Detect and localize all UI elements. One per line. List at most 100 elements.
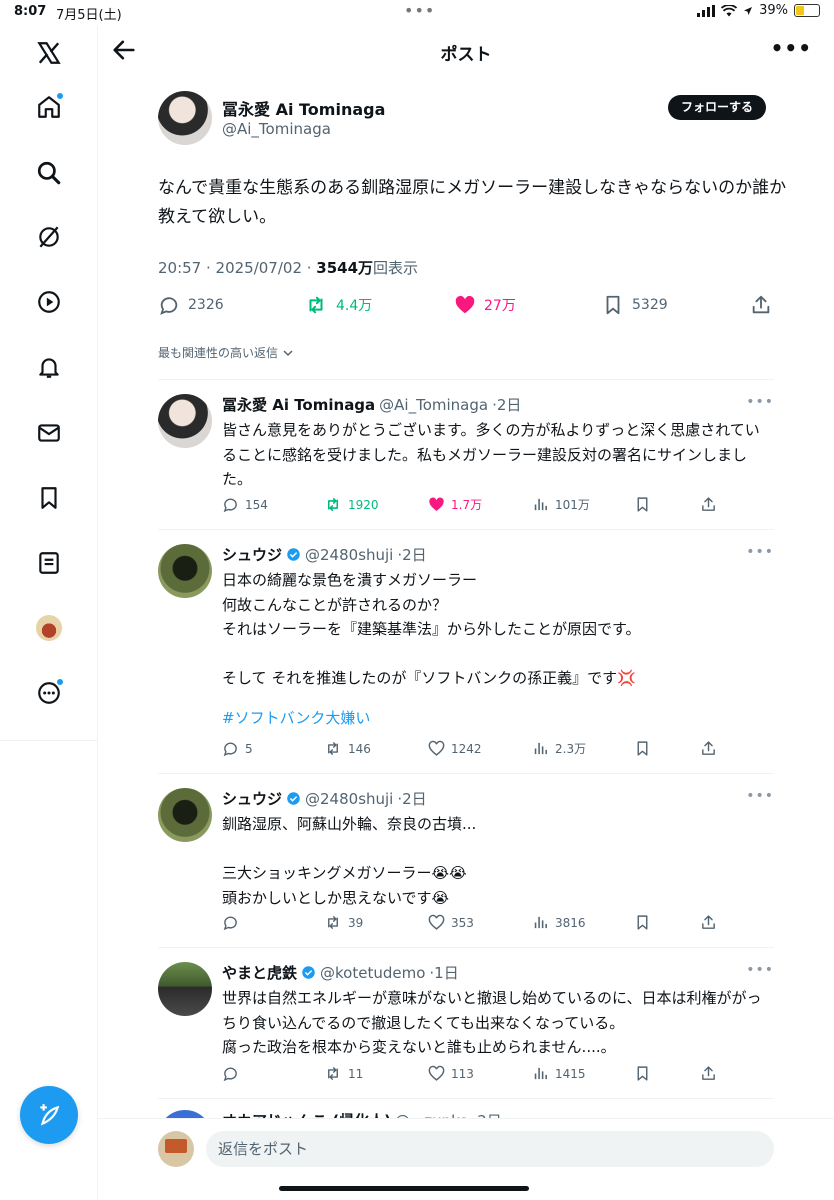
notifications-icon[interactable] [30, 348, 68, 386]
reply-count: 154 [245, 497, 268, 512]
reply-hashtag[interactable]: #ソフトバンク大嫌い [222, 706, 774, 731]
author-handle[interactable]: @Ai_Tominaga [222, 120, 331, 138]
like-button[interactable]: 1.7万 [428, 496, 482, 513]
share-button[interactable] [750, 294, 772, 316]
reply-button[interactable]: 5 [222, 740, 253, 757]
bookmark-button[interactable] [634, 1065, 651, 1082]
follow-button[interactable]: フォローする [668, 95, 766, 120]
reply-avatar[interactable] [158, 962, 212, 1016]
share-button[interactable] [700, 496, 717, 513]
bookmark-icon [606, 295, 620, 315]
feather-plus-icon [40, 1104, 60, 1126]
location-icon [744, 6, 753, 15]
author-avatar[interactable] [158, 91, 212, 145]
like-button[interactable]: 1242 [428, 740, 482, 757]
views-button[interactable]: 101万 [532, 496, 590, 513]
reply-button[interactable]: 154 [222, 496, 268, 513]
like-count: 1.7万 [451, 498, 483, 512]
share-button[interactable] [700, 1065, 717, 1082]
reply-author-name[interactable]: シュウジ [222, 544, 282, 565]
views-count: 3816 [555, 915, 586, 930]
more-options-icon[interactable]: ••• [771, 36, 812, 60]
reply-more-icon[interactable]: ••• [746, 394, 774, 410]
bookmark-button[interactable] [634, 496, 651, 513]
reply-author-handle[interactable]: @2480shuji [305, 790, 393, 808]
repost-button[interactable]: 1920 [324, 496, 379, 513]
reply-item[interactable]: やまと虎鉄 @kotetudemo ·1日 ••• 世界は自然エネルギーが意味が… [158, 962, 774, 1090]
reply-header: シュウジ @2480shuji ·2日 [222, 544, 427, 565]
page-title: ポスト [440, 45, 492, 65]
more-badge-dot [56, 678, 64, 686]
bookmark-button[interactable]: 5329 [602, 294, 668, 316]
repost-button[interactable]: 11 [324, 1065, 363, 1082]
home-indicator[interactable] [279, 1186, 529, 1191]
reply-button[interactable]: 2326 [158, 294, 224, 316]
reply-author-name[interactable]: 冨永愛 Ai Tominaga [222, 394, 375, 415]
bookmarks-icon[interactable] [30, 479, 68, 517]
share-button[interactable] [700, 914, 717, 931]
share-button[interactable] [700, 740, 717, 757]
bookmark-icon [637, 1066, 648, 1081]
reply-item[interactable]: シュウジ @2480shuji ·2日 ••• 釧路湿原、阿蘇山外輪、奈良の古墳… [158, 788, 774, 938]
reply-author-handle[interactable]: @kotetudemo [320, 964, 425, 982]
views-button[interactable]: 3816 [532, 914, 586, 931]
reply-count: 5 [245, 741, 253, 756]
views-button[interactable]: 1415 [532, 1065, 586, 1082]
like-button[interactable]: 353 [428, 914, 474, 931]
like-button[interactable]: 27万 [454, 294, 516, 316]
x-logo-icon[interactable] [30, 34, 68, 72]
video-icon[interactable] [30, 283, 68, 321]
reply-header: やまと虎鉄 @kotetudemo ·1日 [222, 962, 459, 983]
reply-avatar[interactable] [158, 394, 212, 448]
reply-more-icon[interactable]: ••• [746, 544, 774, 560]
messages-icon[interactable] [30, 414, 68, 452]
bookmark-icon [637, 915, 648, 930]
profile-avatar[interactable] [30, 609, 68, 647]
reply-sort-label: 最も関連性の高い返信 [158, 346, 279, 360]
grok-icon[interactable] [30, 218, 68, 256]
reply-more-icon[interactable]: ••• [746, 962, 774, 978]
reply-more-icon[interactable]: ••• [746, 788, 774, 804]
verified-badge-icon [302, 966, 315, 979]
analytics-icon [534, 1067, 547, 1080]
lists-icon[interactable] [30, 544, 68, 582]
views-button[interactable]: 2.3万 [532, 740, 586, 757]
reply-author-name[interactable]: やまと虎鉄 [222, 962, 297, 983]
repost-button[interactable]: 4.4万 [304, 294, 372, 316]
more-icon[interactable] [30, 674, 68, 712]
divider [158, 529, 774, 530]
repost-button[interactable]: 146 [324, 740, 371, 757]
post-views-count: 3544万 [316, 259, 374, 277]
multitask-dots-icon[interactable]: ••• [404, 1, 435, 20]
reply-avatar[interactable] [158, 544, 212, 598]
reply-author-handle[interactable]: @Ai_Tominaga [379, 396, 488, 414]
sidebar-divider [0, 740, 98, 741]
like-button[interactable]: 113 [428, 1065, 474, 1082]
repost-icon [327, 498, 339, 511]
reply-button[interactable] [222, 914, 245, 931]
bookmark-button[interactable] [634, 740, 651, 757]
compose-post-button[interactable] [20, 1086, 78, 1144]
reply-author-name[interactable]: シュウジ [222, 788, 282, 809]
post-views-label: 回表示 [373, 259, 419, 277]
author-name[interactable]: 冨永愛 Ai Tominaga [222, 96, 385, 120]
reply-sort-dropdown[interactable]: 最も関連性の高い返信 [158, 344, 294, 361]
divider [158, 379, 774, 380]
bookmark-button[interactable] [634, 914, 651, 931]
reply-input[interactable]: 返信をポスト [206, 1131, 774, 1167]
repost-count: 11 [348, 1066, 364, 1081]
search-icon[interactable] [30, 154, 68, 192]
reply-avatar[interactable] [158, 788, 212, 842]
post-actions: 2326 4.4万 27万 5329 [158, 294, 778, 320]
bookmark-count: 5329 [632, 297, 668, 313]
reply-item[interactable]: シュウジ @2480shuji ·2日 ••• 日本の綺麗な景色を潰すメガソーラ… [158, 544, 774, 766]
repost-button[interactable]: 39 [324, 914, 363, 931]
repost-icon [309, 296, 323, 314]
reply-item[interactable]: 冨永愛 Ai Tominaga @Ai_Tominaga ·2日 ••• 皆さん… [158, 394, 774, 524]
like-count: 1242 [451, 741, 482, 756]
reply-author-handle[interactable]: @2480shuji [305, 546, 393, 564]
home-badge-dot [56, 92, 64, 100]
home-icon[interactable] [30, 88, 68, 126]
reply-button[interactable] [222, 1065, 245, 1082]
post-timestamp: 20:57 · 2025/07/02 · [158, 259, 317, 277]
